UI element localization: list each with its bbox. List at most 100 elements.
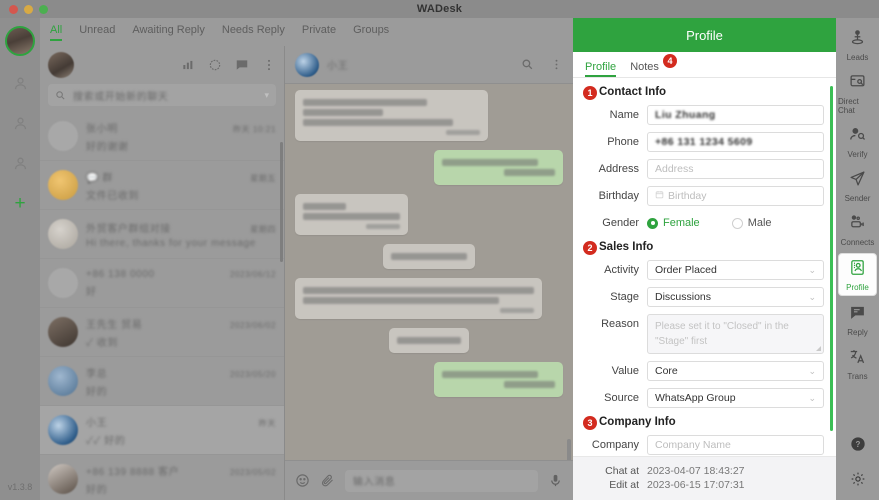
phone-value: +86 131 1234 5609 xyxy=(655,136,753,148)
rail-item-leads[interactable]: Leads xyxy=(838,24,877,65)
filter-tab-needs-reply[interactable]: Needs Reply xyxy=(222,24,285,41)
rail-label: Connects xyxy=(840,238,875,247)
message-bubble-system xyxy=(383,244,475,269)
account-slot-2[interactable] xyxy=(7,110,33,136)
rail-item-reply[interactable]: Reply xyxy=(838,299,877,340)
filter-tab-all[interactable]: All xyxy=(50,24,63,41)
attachment-icon[interactable] xyxy=(320,473,335,488)
birthday-input[interactable]: Birthday xyxy=(647,186,824,206)
help-icon[interactable]: ? xyxy=(850,436,866,457)
profile-scrollbar[interactable] xyxy=(830,86,833,431)
rail-item-profile[interactable]: Profile xyxy=(838,253,877,296)
list-item-name: +86 139 8888 客户 xyxy=(86,466,180,478)
tab-profile[interactable]: Profile xyxy=(585,61,617,77)
source-select[interactable]: WhatsApp Group ⌄ xyxy=(647,388,824,408)
list-item-preview: 文件已收到 xyxy=(86,190,139,202)
current-user-avatar[interactable] xyxy=(48,52,74,78)
company-name-input[interactable]: Company Name xyxy=(647,435,824,455)
filter-tab-groups[interactable]: Groups xyxy=(353,24,389,41)
list-item[interactable]: 张小明 昨天 10:21 好的谢谢 xyxy=(40,112,284,161)
search-input[interactable]: 搜索或开始新的聊天 xyxy=(73,88,257,103)
search-icon[interactable] xyxy=(521,58,534,71)
chevron-down-icon: ⌄ xyxy=(808,392,816,403)
list-item[interactable]: +86 139 8888 客户 2023/05/02 好的 xyxy=(40,455,284,500)
add-account-icon[interactable]: + xyxy=(7,190,33,216)
settings-icon[interactable] xyxy=(850,471,866,492)
tab-notes[interactable]: Notes xyxy=(630,61,659,77)
stage-select[interactable]: Discussions ⌄ xyxy=(647,287,824,307)
chat-list-rows[interactable]: 张小明 昨天 10:21 好的谢谢 💬 群 星期五 文件已收到 外贸客户群组对接 星期… xyxy=(40,112,284,500)
more-vertical-icon[interactable] xyxy=(550,58,563,71)
profile-icon xyxy=(849,259,866,281)
field-label: Birthday xyxy=(598,190,639,202)
list-item-name: 张小明 xyxy=(86,123,118,135)
filter-tab-private[interactable]: Private xyxy=(302,24,336,41)
filter-tab-awaiting-reply[interactable]: Awaiting Reply xyxy=(132,24,205,41)
field-label: Address xyxy=(598,163,639,175)
bar-chart-icon[interactable] xyxy=(181,58,195,72)
message-list[interactable] xyxy=(285,84,573,460)
list-item-time: 昨天 xyxy=(258,418,276,428)
list-item[interactable]: 💬 群 星期五 文件已收到 xyxy=(40,161,284,210)
activity-select[interactable]: Order Placed ⌄ xyxy=(647,260,824,280)
list-item-name: 李总 xyxy=(86,368,108,380)
list-item-preview: 好 xyxy=(86,286,97,298)
list-item[interactable]: 外贸客户群组对接 星期四 Hi there, thanks for your me… xyxy=(40,210,284,259)
profile-form[interactable]: 1 Contact Info Name Liu Zhuang Phone +86… xyxy=(573,78,836,456)
address-input[interactable]: Address xyxy=(647,159,824,179)
chat-at-value: 2023-04-07 18:43:27 xyxy=(647,465,745,477)
more-vertical-icon[interactable] xyxy=(262,58,276,72)
account-rail: + v1.3.8 xyxy=(0,18,40,500)
account-avatar-active[interactable] xyxy=(5,26,35,56)
filter-tab-unread[interactable]: Unread xyxy=(79,24,115,41)
profile-tabs: Profile Notes 4 xyxy=(573,52,836,78)
filter-tabs: All Unread Awaiting Reply Needs Reply Pr… xyxy=(40,18,573,46)
gender-option-male[interactable]: Male xyxy=(731,217,772,229)
svg-text:?: ? xyxy=(855,440,860,449)
gender-option-female[interactable]: Female xyxy=(647,217,700,229)
list-item[interactable]: +86 138 0000 2023/06/12 好 xyxy=(40,259,284,308)
message-input[interactable]: 输入消息 xyxy=(345,469,538,492)
field-phone: Phone +86 131 1234 5609 xyxy=(585,132,824,152)
name-value: Liu Zhuang xyxy=(655,109,716,121)
account-slot-1[interactable] xyxy=(7,70,33,96)
section-header-company-info: 3 Company Info xyxy=(583,416,824,430)
rail-item-connects[interactable]: Connects xyxy=(838,209,877,250)
address-placeholder: Address xyxy=(655,163,694,175)
avatar xyxy=(48,415,78,445)
account-slot-3[interactable] xyxy=(7,150,33,176)
tool-rail-bottom: ? xyxy=(850,436,866,492)
list-item-preview: Hi there, thanks for your message xyxy=(86,237,256,249)
phone-input[interactable]: +86 131 1234 5609 xyxy=(647,132,824,152)
chat-list-scrollbar[interactable] xyxy=(280,142,283,262)
microphone-icon[interactable] xyxy=(548,473,563,488)
rail-item-sender[interactable]: Sender xyxy=(838,165,877,206)
value-select[interactable]: Core ⌄ xyxy=(647,361,824,381)
radio-unselected-icon xyxy=(731,217,743,229)
list-item-time: 2023/06/12 xyxy=(229,269,276,279)
name-input[interactable]: Liu Zhuang xyxy=(647,105,824,125)
rail-item-trans[interactable]: Trans xyxy=(838,343,877,384)
section-header-contact-info: 1 Contact Info xyxy=(583,86,824,100)
rail-item-direct-chat[interactable]: Direct Chat xyxy=(838,68,877,118)
emoji-icon[interactable] xyxy=(295,473,310,488)
list-item[interactable]: 小王 昨天 ✓✓ 好的 xyxy=(40,406,284,455)
reply-icon xyxy=(849,304,866,326)
list-item[interactable]: 王先生 贸易 2023/06/02 ✓ 收到 xyxy=(40,308,284,357)
conversation-scrollbar[interactable] xyxy=(567,439,571,460)
tool-rail: Leads Direct Chat Verify Sender Connects… xyxy=(836,18,879,500)
list-item-preview: ✓ 收到 xyxy=(86,337,119,349)
chevron-down-icon[interactable]: ▾ xyxy=(264,90,269,101)
field-birthday: Birthday Birthday xyxy=(585,186,824,206)
reason-textarea[interactable]: Please set it to "Closed" in the "Stage"… xyxy=(647,314,824,354)
chat-search-bar[interactable]: 搜索或开始新的聊天 ▾ xyxy=(48,84,276,106)
sync-icon[interactable] xyxy=(208,58,222,72)
list-item[interactable]: 李总 2023/05/20 好的 xyxy=(40,357,284,406)
radio-selected-icon xyxy=(647,217,658,229)
chat-tag-icon[interactable] xyxy=(235,58,249,72)
field-label: Company Name xyxy=(591,439,639,451)
field-address: Address Address xyxy=(585,159,824,179)
chat-at-label: Chat at xyxy=(605,465,639,477)
avatar[interactable] xyxy=(295,52,319,77)
rail-item-verify[interactable]: Verify xyxy=(838,121,877,162)
